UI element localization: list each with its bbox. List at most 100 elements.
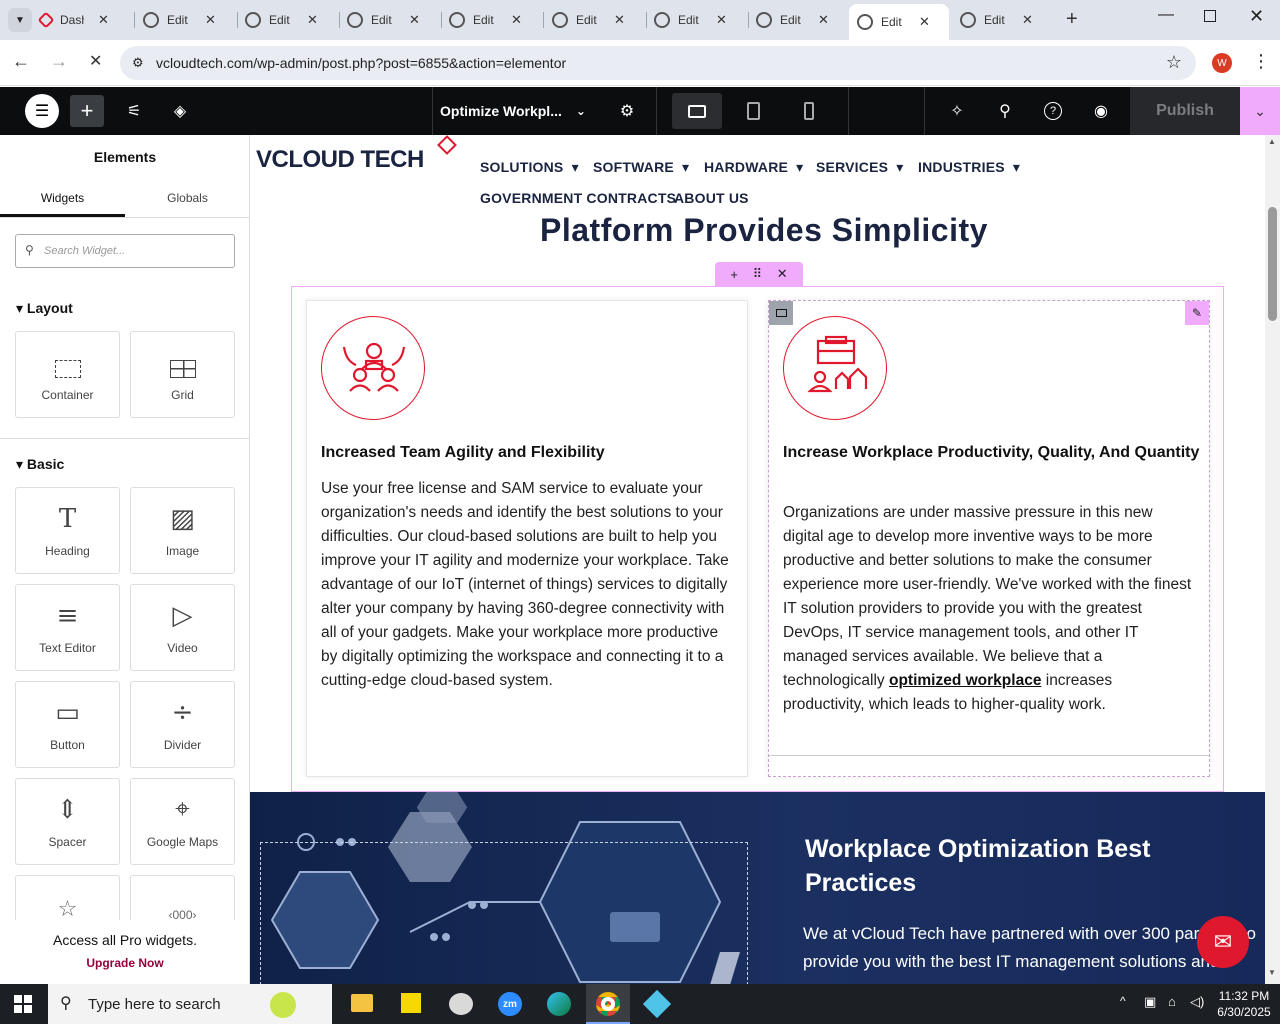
system-clock[interactable]: 11:32 PM 6/30/2025 — [1214, 988, 1274, 1020]
forward-button[interactable]: → — [50, 51, 68, 72]
file-explorer-icon[interactable] — [351, 994, 373, 1012]
tab-widgets[interactable]: Widgets — [0, 183, 125, 217]
close-tab-icon[interactable]: ✕ — [307, 12, 318, 28]
browser-tab[interactable]: Edit " ✕ — [646, 6, 746, 34]
bookmark-star-icon[interactable]: ☆ — [1166, 52, 1182, 73]
widget-text-editor[interactable]: ≡ Text Editor — [15, 584, 120, 671]
finder-button[interactable]: ⚲ — [988, 87, 1022, 135]
site-settings-button[interactable]: ⚟ — [118, 87, 150, 135]
feature-card-productivity[interactable]: ✎ Increase Workplace Productivity, Quali… — [768, 300, 1210, 777]
app-icon-diamond[interactable] — [642, 989, 672, 1019]
network-icon[interactable]: ▣ — [1144, 994, 1156, 1010]
page-title-dropdown[interactable]: Optimize Workpl... ⌄ — [440, 87, 600, 135]
close-tab-icon[interactable]: ✕ — [716, 12, 727, 28]
close-tab-icon[interactable]: ✕ — [409, 12, 420, 28]
page-settings-button[interactable]: ⚙ — [612, 87, 642, 135]
elementor-logo-button[interactable]: ☰ — [24, 87, 60, 135]
browser-tab[interactable]: Edit " ✕ — [544, 6, 644, 34]
browser-tab[interactable]: Edit " ✕ — [441, 6, 541, 34]
nav-item-government-contracts[interactable]: GOVERNMENT CONTRACTS — [480, 190, 676, 206]
widget-heading[interactable]: T Heading — [15, 487, 120, 574]
close-tab-icon[interactable]: ✕ — [818, 12, 829, 28]
browser-tab[interactable]: Edit " ✕ — [237, 6, 337, 34]
section-heading[interactable]: Platform Provides Simplicity — [540, 212, 988, 249]
widget-video[interactable]: ▷ Video — [130, 584, 235, 671]
preview-button[interactable]: ◉ — [1084, 87, 1118, 135]
drag-handle-icon[interactable]: ⠿ — [753, 266, 763, 282]
restore-window-button[interactable] — [1204, 10, 1216, 22]
widget-grid[interactable]: Grid — [130, 331, 235, 418]
desktop-view-button[interactable] — [672, 93, 722, 129]
scroll-down-arrow[interactable]: ▼ — [1268, 968, 1276, 977]
edge-icon[interactable] — [547, 992, 571, 1016]
widget-image[interactable]: ▨ Image — [130, 487, 235, 574]
nav-item-services[interactable]: SERVICES ▾ — [816, 159, 903, 176]
close-tab-icon[interactable]: ✕ — [205, 12, 216, 28]
widget-google-maps[interactable]: ⌖ Google Maps — [130, 778, 235, 865]
show-hidden-icons-button[interactable]: ^ — [1120, 994, 1126, 1008]
optimized-workplace-link[interactable]: optimized workplace — [889, 672, 1041, 689]
widget-container[interactable]: Container — [15, 331, 120, 418]
new-tab-button[interactable]: + — [1066, 8, 1078, 31]
close-tab-icon[interactable]: ✕ — [919, 14, 930, 30]
scroll-thumb[interactable] — [1268, 207, 1277, 321]
stop-loading-button[interactable]: ✕ — [89, 51, 102, 71]
nav-item-software[interactable]: SOFTWARE ▾ — [593, 159, 689, 176]
close-tab-icon[interactable]: ✕ — [614, 12, 625, 28]
browser-menu-icon[interactable]: ⋮ — [1252, 51, 1270, 72]
delete-container-icon[interactable]: ✕ — [777, 266, 788, 282]
best-practices-section[interactable]: Workplace Optimization Best Practices We… — [250, 792, 1265, 985]
address-bar[interactable]: ⚙ vcloudtech.com/wp-admin/post.php?post=… — [120, 46, 1196, 80]
mobile-view-button[interactable] — [792, 87, 826, 135]
browser-tab[interactable]: Edit " ✕ — [952, 6, 1052, 34]
publish-options-button[interactable]: ⌄ — [1240, 87, 1280, 135]
tab-globals[interactable]: Globals — [125, 183, 249, 217]
section-basic-toggle[interactable]: ▾ Basic — [16, 456, 64, 473]
section-layout-toggle[interactable]: ▾ Layout — [16, 300, 73, 317]
start-button[interactable] — [14, 995, 32, 1013]
close-tab-icon[interactable]: ✕ — [98, 12, 109, 28]
wifi-icon[interactable]: ⌂ — [1168, 994, 1176, 1009]
tab-search-button[interactable]: ▼ — [8, 8, 32, 32]
tablet-view-button[interactable] — [736, 87, 770, 135]
profile-avatar[interactable]: W — [1212, 53, 1232, 73]
upgrade-link[interactable]: Upgrade Now — [0, 956, 249, 970]
close-tab-icon[interactable]: ✕ — [1022, 12, 1033, 28]
widget-search-input[interactable]: ⚲ Search Widget... — [15, 234, 235, 268]
nav-item-about-us[interactable]: ABOUT US — [674, 190, 749, 206]
browser-tab[interactable]: Edit " ✕ — [849, 4, 949, 40]
app-icon-bird[interactable] — [449, 993, 473, 1015]
canvas-scrollbar[interactable]: ▲ ▼ — [1265, 135, 1280, 985]
publish-button[interactable]: Publish — [1130, 87, 1240, 135]
zoom-icon[interactable]: zm — [498, 992, 522, 1016]
minimize-window-button[interactable]: — — [1158, 6, 1174, 24]
site-info-icon[interactable]: ⚙ — [132, 55, 144, 71]
back-button[interactable]: ← — [12, 51, 30, 72]
widget-divider[interactable]: ÷ Divider — [130, 681, 235, 768]
sticky-notes-icon[interactable] — [401, 993, 421, 1013]
structure-button[interactable]: ◈ — [164, 87, 196, 135]
add-container-icon[interactable]: + — [730, 267, 738, 282]
scroll-up-arrow[interactable]: ▲ — [1268, 137, 1276, 146]
taskbar-search-box[interactable]: ⚲ Type here to search — [48, 984, 332, 1024]
widget-button[interactable]: ▭ Button — [15, 681, 120, 768]
edit-widget-button[interactable]: ✎ — [1185, 301, 1209, 325]
chrome-icon-active[interactable] — [586, 984, 630, 1024]
volume-icon[interactable]: ◁) — [1190, 994, 1204, 1010]
help-button[interactable]: ? — [1036, 87, 1070, 135]
browser-tab[interactable]: Edit " ✕ — [748, 6, 848, 34]
site-logo[interactable]: VCLOUD TECH — [256, 135, 457, 174]
nav-item-industries[interactable]: INDUSTRIES ▾ — [918, 159, 1020, 176]
browser-tab[interactable]: Edit " ✕ — [135, 6, 235, 34]
close-tab-icon[interactable]: ✕ — [511, 12, 522, 28]
nav-item-hardware[interactable]: HARDWARE ▾ — [704, 159, 803, 176]
add-element-button[interactable]: + — [70, 95, 104, 127]
notifications-button[interactable]: ✧ — [940, 87, 974, 135]
widget-spacer[interactable]: ⇕ Spacer — [15, 778, 120, 865]
close-window-button[interactable]: ✕ — [1249, 6, 1264, 27]
chat-widget-button[interactable]: ✉ — [1197, 916, 1249, 968]
feature-card-agility[interactable]: Increased Team Agility and Flexibility U… — [306, 300, 748, 777]
nav-item-solutions[interactable]: SOLUTIONS ▾ — [480, 159, 579, 176]
browser-tab[interactable]: Dashb ✕ — [32, 6, 132, 34]
browser-tab[interactable]: Edit " ✕ — [339, 6, 439, 34]
